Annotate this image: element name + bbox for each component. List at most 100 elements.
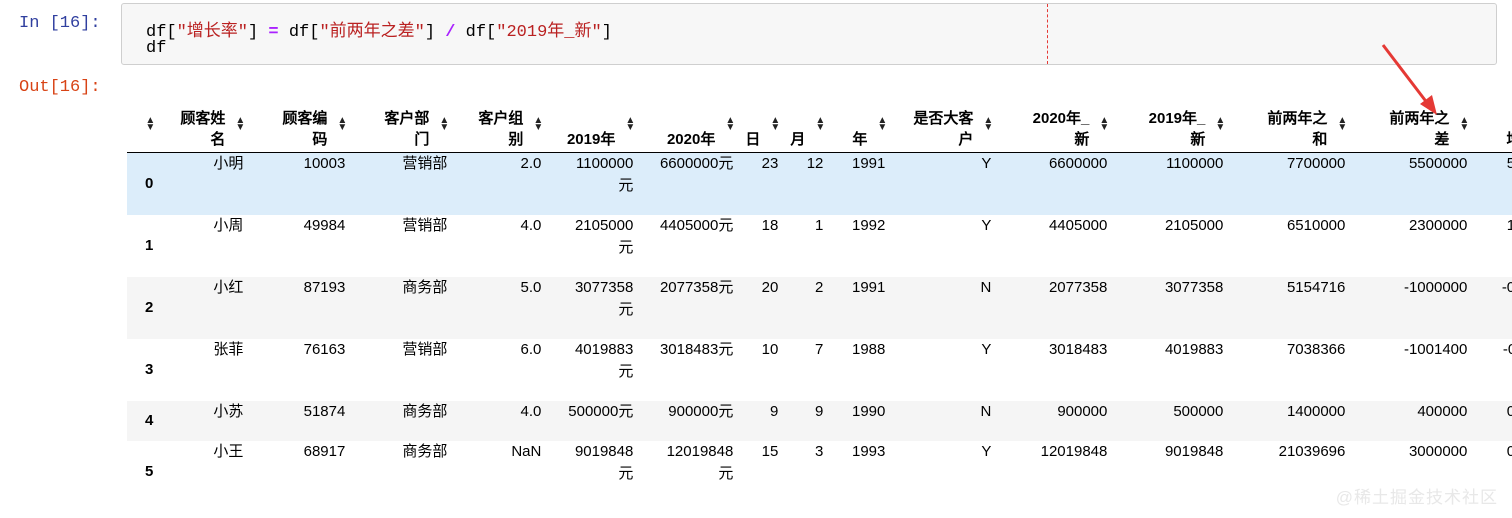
column-header[interactable]: 前两年之和 ▲ ▼ [1229,95,1352,153]
row-index: 1 [145,237,154,254]
column-header-text: 是否大客 [913,110,974,127]
table-cell: 2300000 [1408,216,1468,234]
cell-text: 元 [618,464,634,482]
column-header-text: 2020年 [666,131,716,148]
table-cell: 5500000 [1408,155,1468,172]
column-header[interactable]: 年 ▲ ▼ [829,95,892,153]
table-cell: -0.249112 [1502,340,1512,358]
table-cell: Y [981,442,992,460]
column-header[interactable]: 增长率▲▼ [1473,95,1512,153]
table-cell: 营销部 [402,155,448,172]
sort-icon[interactable]: ▲ ▼ [725,116,735,133]
sort-icon[interactable]: ▲ ▼ [1337,116,1347,133]
column-header[interactable]: 顾客姓名 ▲ ▼ [159,95,250,153]
column-header-text: 增长率 [1506,131,1512,148]
column-header[interactable]: 客户部门 ▲ ▼ [351,95,454,153]
table-cell: Y [981,155,992,172]
table-row[interactable]: 3 张菲 76163 营销部 6.0 4019883 元 3018483元 10 7 1988 Y 30… [127,339,1512,401]
sort-icon[interactable]: ▲ ▼ [337,116,347,133]
column-header-label: 客户组别 [478,108,541,152]
column-header[interactable]: 2020年 ▲ ▼ [639,95,740,153]
column-header-text: 和 [1312,131,1328,148]
code-cell[interactable]: df["增长率"] = df["前两年之差"] / df["2019年_新"] … [121,3,1497,65]
table-cell: 4.0 [520,402,542,420]
column-header-text: 差 [1434,131,1450,148]
table-cell: 18 [761,216,779,234]
header-row: ▲ ▼ 顾客姓名 ▲ ▼ 顾客编码 ▲ ▼ 客户部门 ▲ ▼ 客户组别 ▲ ▼ 2019年 ▲ ▼ 2020年 ▲ ▼… [127,95,1512,153]
table-cell: 4019883 元 [547,339,639,401]
table-cell: 2105000 元 [547,215,639,277]
column-header-label: 2019年 [567,129,633,152]
sort-icon[interactable]: ▲ ▼ [145,116,155,133]
table-cell: 3077358 [1164,278,1224,296]
column-header[interactable]: 2019年_ 新 ▲ ▼ [1113,95,1230,153]
table-cell: 9 [770,402,779,420]
code-string: "增长率" [176,23,249,42]
row-index: 2 [145,299,154,316]
column-header[interactable]: 月 ▲ ▼ [784,95,830,153]
table-cell: 20 [761,278,779,296]
code-operator: / [445,23,456,42]
table-cell: 5.000000 [1506,155,1512,172]
sort-icon[interactable]: ▲ ▼ [877,116,887,133]
table-cell: 4405000 [1048,216,1108,234]
table-row[interactable]: 5 小王 68917 商务部 NaN 9019848 元 12019848 元 15 3 1993 Y 1… [127,441,1512,503]
table-row[interactable]: 4 小苏 51874 商务部 4.0 500000元 900000元 9 9 1990 N 90000… [127,400,1512,441]
sort-icon[interactable]: ▲ ▼ [235,116,245,133]
index-header[interactable]: ▲ ▼ [127,95,160,153]
column-header-text: 客户部 [384,110,430,127]
table-row[interactable]: 2 小红 87193 商务部 5.0 3077358 元 2077358元 20 2 1991 N 20… [127,276,1512,339]
table-row[interactable]: 1 小周 49984 营销部 4.0 2105000 元 4405000元 18 1 1992 Y 44… [127,215,1512,277]
row-index: 3 [145,361,154,378]
code-token: ] [248,23,269,42]
table-cell: 12 [806,155,824,172]
table-cell: 2077358元 [639,277,739,339]
table-cell: 1100000 [1166,155,1224,172]
out-prompt: Out[16]: [19,78,101,97]
code-string: "前两年之差" [319,23,425,42]
sort-icon[interactable]: ▲ ▼ [983,116,993,133]
row-index: 5 [145,463,154,480]
table-cell: -0.324954 [1501,278,1512,296]
sort-icon[interactable]: ▲ ▼ [1099,116,1109,133]
sort-icon[interactable]: ▲ ▼ [1459,116,1469,133]
table-cell: 商务部 [402,402,448,420]
table-cell: 1100000 元 [547,153,639,215]
sort-icon[interactable]: ▲ ▼ [533,116,543,133]
sort-icon[interactable]: ▲ ▼ [625,116,635,133]
table-cell: 23 [761,155,779,172]
sort-icon[interactable]: ▲ ▼ [815,116,825,133]
sort-icon[interactable]: ▲ ▼ [770,116,780,133]
column-header[interactable]: 日 ▲ ▼ [739,95,785,153]
cell-text: 4405000元 [659,216,734,234]
table-cell: 5.0 [520,278,542,296]
table-cell: 6600000 [1048,155,1108,172]
column-header[interactable]: 2019年 ▲ ▼ [547,95,640,153]
cell-text: 1100000 [576,155,634,172]
table-row[interactable]: 0 小明 10003 营销部 2.0 1100000 元 6600000元 23 12 1991 Y 6… [127,152,1512,215]
table-cell: 3 [815,442,824,460]
column-header[interactable]: 2020年_ 新 ▲ ▼ [997,95,1114,153]
code-line-1: df["增长率"] = df["前两年之差"] / df["2019年_新"] [146,16,612,42]
column-header-text: 顾客姓 [180,110,226,127]
table-cell: 4019883 [1164,340,1224,358]
table-cell: 3077358 元 [547,277,639,339]
table-cell: 小王 [213,442,244,460]
column-header[interactable]: 是否大客户 ▲ ▼ [891,95,998,153]
sort-icon[interactable]: ▲ ▼ [439,116,449,133]
cell-text: 4019883 [574,340,634,358]
table-cell: 商务部 [402,442,448,460]
table-cell: 3018483 [1048,340,1108,358]
table-cell: N [980,402,992,420]
row-index: 0 [145,175,154,193]
table-cell: -1001400 [1403,340,1468,358]
sort-icon[interactable]: ▲ ▼ [1215,116,1225,133]
column-header[interactable]: 客户组别 ▲ ▼ [453,95,548,153]
column-header-label: 客户部门 [384,108,447,152]
table-cell: 1.092637 [1506,216,1512,234]
column-header[interactable]: 顾客编码 ▲ ▼ [249,95,352,153]
table-cell: 9019848 [1164,442,1224,460]
column-header[interactable]: 前两年之差 ▲ ▼ [1351,95,1474,153]
table-cell: 1991 [852,155,886,172]
column-header-label: 2019年_ 新 [1149,108,1224,152]
